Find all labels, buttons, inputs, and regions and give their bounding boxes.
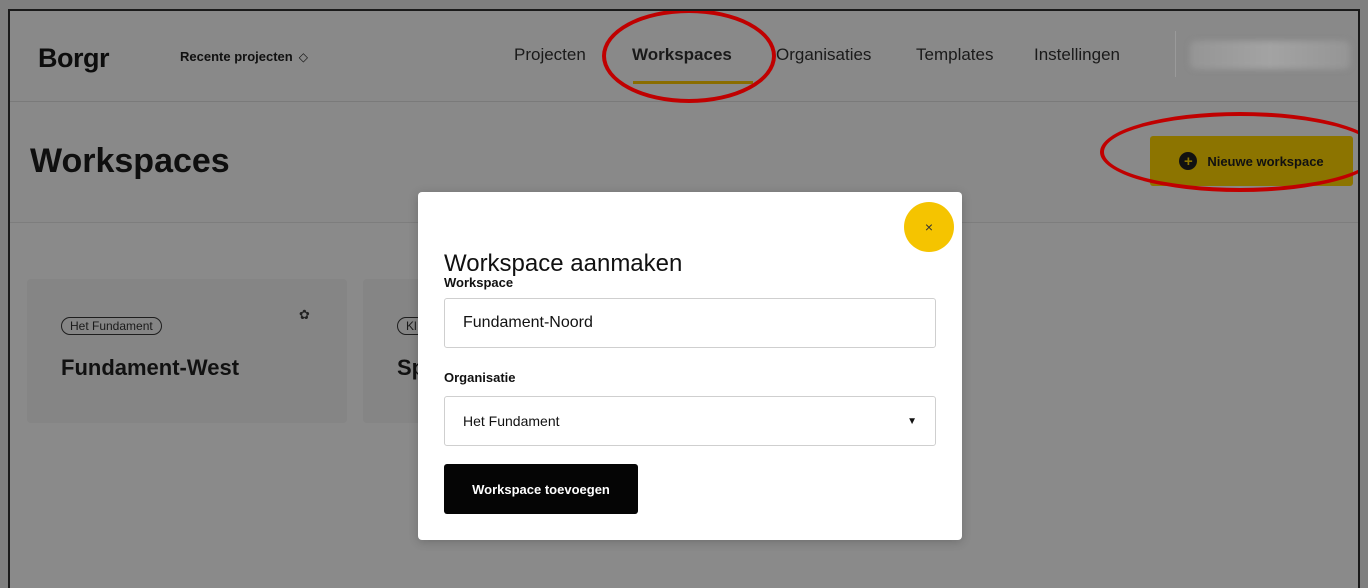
active-nav-underline [633,81,753,84]
modal-title: Workspace aanmaken [444,250,683,277]
workspace-card[interactable]: Het Fundament ✿ Fundament-West [27,279,347,423]
recent-projects-label: Recente projecten [180,49,293,64]
workspace-name-input[interactable] [444,298,936,348]
close-icon: × [924,219,934,235]
organisation-field-label: Organisatie [444,370,516,385]
workspace-field-label: Workspace [444,275,514,290]
user-account-blurred[interactable] [1190,41,1350,69]
nav-item-templates[interactable]: Templates [916,45,993,65]
gear-icon[interactable]: ✿ [299,307,310,323]
add-workspace-label: Workspace toevoegen [472,481,610,497]
new-workspace-button[interactable]: + Nieuwe workspace [1150,136,1353,186]
brand-logo[interactable]: Borgr [38,43,110,74]
top-navigation-bar: Borgr Recente projecten ◇ Projecten Work… [10,11,1358,102]
plus-circle-icon: + [1179,152,1198,170]
create-workspace-modal: Workspace aanmaken × Workspace Organisat… [418,192,962,540]
recent-projects-dropdown[interactable]: Recente projecten ◇ [180,49,308,64]
add-workspace-button[interactable]: Workspace toevoegen [444,464,638,514]
nav-item-projecten[interactable]: Projecten [514,45,586,65]
close-button[interactable]: × [904,202,954,252]
page-title: Workspaces [30,142,230,180]
organisation-select[interactable]: Het Fundament ▼ [444,396,936,446]
caret-down-icon: ▼ [907,415,917,427]
nav-item-organisaties[interactable]: Organisaties [776,45,871,65]
nav-item-instellingen[interactable]: Instellingen [1034,45,1120,65]
chevron-updown-icon: ◇ [298,49,308,64]
organisation-selected-value: Het Fundament [463,413,560,429]
header-divider [1175,31,1176,77]
organisation-tag: Het Fundament [61,317,162,335]
workspace-name: Fundament-West [61,355,240,380]
new-workspace-label: Nieuwe workspace [1207,153,1324,169]
nav-item-workspaces[interactable]: Workspaces [632,45,732,65]
